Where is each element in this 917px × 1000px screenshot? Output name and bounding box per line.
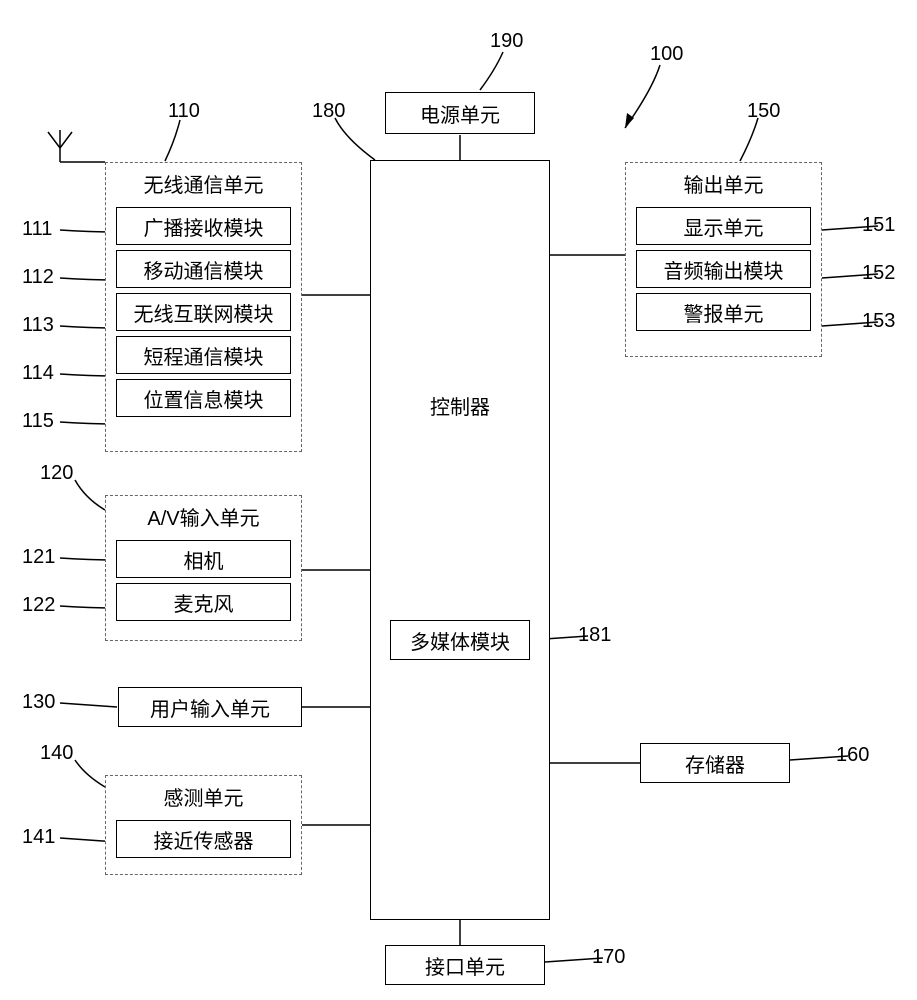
user-input-label: 用户输入单元 (150, 693, 270, 722)
memory-block: 存储器 (640, 743, 790, 783)
microphone-label: 麦克风 (174, 588, 234, 617)
av-input-group: A/V输入单元 相机 麦克风 (105, 495, 302, 641)
broadcast-module: 广播接收模块 (116, 207, 291, 245)
ref-153: 153 (862, 310, 895, 333)
ref-120: 120 (40, 462, 73, 485)
antenna-icon (46, 130, 74, 164)
proximity-label: 接近传感器 (154, 825, 254, 854)
position-module: 位置信息模块 (116, 379, 291, 417)
multimedia-module-block: 多媒体模块 (390, 620, 530, 660)
interface-unit-block: 接口单元 (385, 945, 545, 985)
alarm-label: 警报单元 (684, 298, 764, 327)
ref-181: 181 (578, 624, 611, 647)
multimedia-label: 多媒体模块 (410, 626, 510, 655)
audio-out-module: 音频输出模块 (636, 250, 811, 288)
ref-114: 114 (22, 362, 54, 385)
wireless-unit-group: 无线通信单元 广播接收模块 移动通信模块 无线互联网模块 短程通信模块 位置信息… (105, 162, 302, 452)
display-label: 显示单元 (684, 212, 764, 241)
power-unit-block: 电源单元 (385, 92, 535, 134)
ref-190: 190 (490, 30, 523, 53)
camera-label: 相机 (184, 545, 224, 574)
ref-110: 110 (168, 100, 200, 123)
wireless-net-label: 无线互联网模块 (134, 298, 274, 327)
ref-150: 150 (747, 100, 780, 123)
sensing-unit-group: 感测单元 接近传感器 (105, 775, 302, 875)
ref-100: 100 (650, 43, 683, 66)
short-range-label: 短程通信模块 (144, 341, 264, 370)
controller-label: 控制器 (430, 391, 490, 420)
ref-115: 115 (22, 410, 54, 433)
sensing-unit-title: 感测单元 (106, 776, 301, 815)
ref-170: 170 (592, 946, 625, 969)
microphone-module: 麦克风 (116, 583, 291, 621)
ref-111: 111 (22, 218, 52, 241)
ref-112: 112 (22, 266, 54, 289)
short-range-module: 短程通信模块 (116, 336, 291, 374)
mobile-comm-label: 移动通信模块 (144, 255, 264, 284)
ref-122: 122 (22, 594, 55, 617)
alarm-module: 警报单元 (636, 293, 811, 331)
user-input-block: 用户输入单元 (118, 687, 302, 727)
power-unit-label: 电源单元 (420, 99, 500, 128)
proximity-sensor-module: 接近传感器 (116, 820, 291, 858)
wireless-unit-title: 无线通信单元 (106, 163, 301, 202)
ref-151: 151 (862, 214, 895, 237)
memory-label: 存储器 (685, 749, 745, 778)
audio-out-label: 音频输出模块 (664, 255, 784, 284)
mobile-comm-module: 移动通信模块 (116, 250, 291, 288)
output-unit-group: 输出单元 显示单元 音频输出模块 警报单元 (625, 162, 822, 357)
output-unit-title: 输出单元 (626, 163, 821, 202)
broadcast-label: 广播接收模块 (144, 212, 264, 241)
camera-module: 相机 (116, 540, 291, 578)
ref-130: 130 (22, 691, 55, 714)
av-input-title: A/V输入单元 (106, 496, 301, 535)
ref-160: 160 (836, 744, 869, 767)
display-module: 显示单元 (636, 207, 811, 245)
ref-180: 180 (312, 100, 345, 123)
ref-113: 113 (22, 314, 54, 337)
position-label: 位置信息模块 (144, 384, 264, 413)
wireless-net-module: 无线互联网模块 (116, 293, 291, 331)
controller-block: 控制器 (370, 160, 550, 920)
interface-label: 接口单元 (425, 951, 505, 980)
ref-141: 141 (22, 826, 55, 849)
ref-152: 152 (862, 262, 895, 285)
ref-121: 121 (22, 546, 55, 569)
ref-140: 140 (40, 742, 73, 765)
